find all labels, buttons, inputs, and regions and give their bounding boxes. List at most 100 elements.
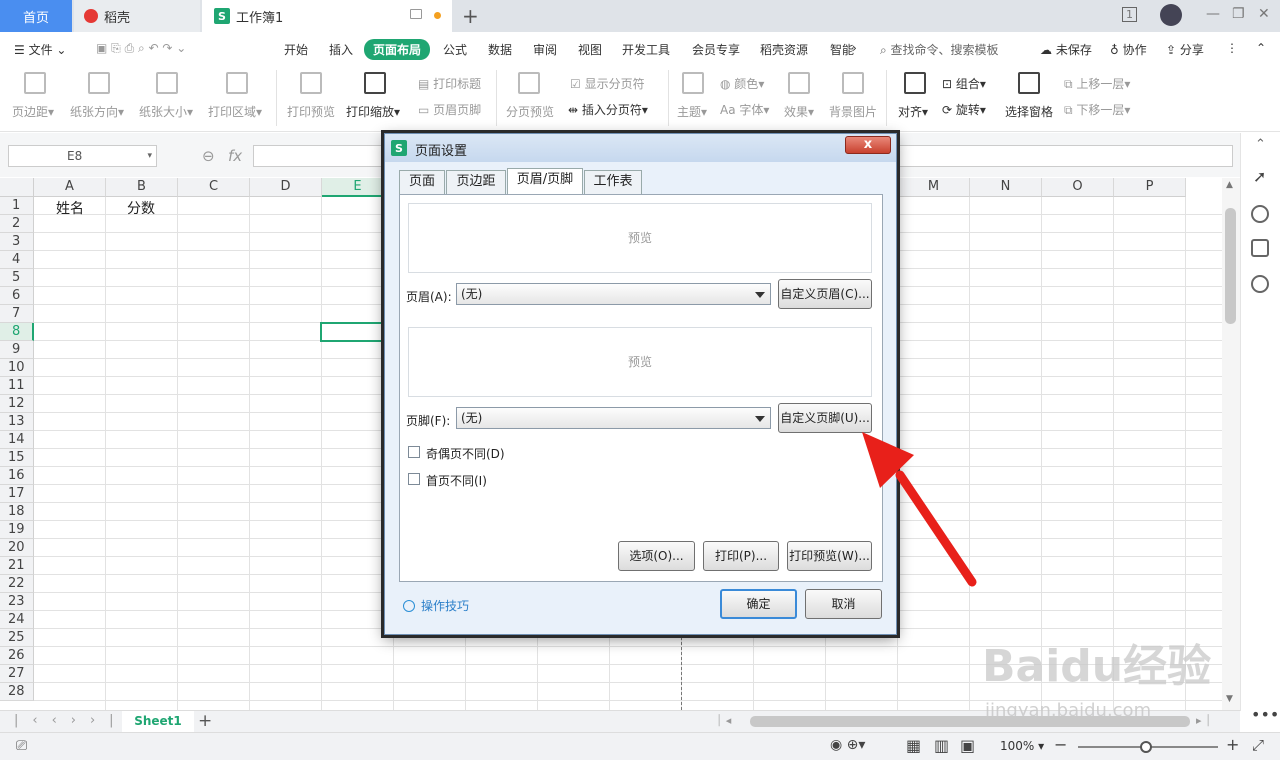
align-button[interactable]: 对齐▾ bbox=[898, 103, 928, 120]
tab-sheet[interactable]: 工作表 bbox=[584, 170, 642, 194]
odd-even-checkbox[interactable] bbox=[408, 446, 420, 458]
row-header-25[interactable]: 25 bbox=[0, 629, 34, 647]
cell-a1[interactable]: 姓名 bbox=[56, 198, 84, 218]
cancel-button[interactable]: 取消 bbox=[805, 589, 882, 619]
row-header-13[interactable]: 13 bbox=[0, 413, 34, 431]
menu-insert[interactable]: 插入 bbox=[329, 41, 353, 58]
menu-page-layout[interactable]: 页面布局 bbox=[364, 39, 431, 60]
vertical-scrollbar[interactable]: ▲ ▼ bbox=[1222, 178, 1240, 710]
scroll-up-icon[interactable]: ▲ bbox=[1226, 180, 1233, 190]
sheet-nav-arrows-icon[interactable]: |‹‹››| bbox=[14, 713, 128, 728]
eye-protection-icon[interactable]: ◉ ⊕▾ bbox=[830, 737, 865, 753]
row-header-9[interactable]: 9 bbox=[0, 341, 34, 359]
print-button[interactable]: 打印(P)... bbox=[703, 541, 779, 571]
row-header-14[interactable]: 14 bbox=[0, 431, 34, 449]
paper-size-button[interactable]: 纸张大小▾ bbox=[139, 103, 193, 120]
background-image-button[interactable]: 背景图片 bbox=[829, 103, 877, 120]
margin-button[interactable]: 页边距▾ bbox=[12, 103, 54, 120]
column-header-p[interactable]: P bbox=[1114, 178, 1186, 197]
row-header-1[interactable]: 1 bbox=[0, 197, 34, 215]
rotate-button[interactable]: ⟳ 旋转▾ bbox=[942, 101, 986, 118]
sheet-tab-sheet1[interactable]: Sheet1 bbox=[122, 711, 194, 733]
menu-developer[interactable]: 开发工具 bbox=[622, 41, 670, 58]
tab-header-footer[interactable]: 页眉/页脚 bbox=[507, 168, 583, 195]
tab-daoke[interactable]: 稻壳 bbox=[74, 0, 200, 32]
dialog-close-button[interactable]: x bbox=[845, 136, 891, 154]
row-header-8[interactable]: 8 bbox=[0, 323, 34, 341]
fonts-button[interactable]: Aa 字体▾ bbox=[720, 101, 769, 118]
help-icon[interactable] bbox=[1251, 205, 1269, 223]
cursor-icon[interactable]: ➚ bbox=[1253, 167, 1266, 186]
window-count-badge[interactable]: 1 bbox=[1122, 7, 1137, 22]
row-header-6[interactable]: 6 bbox=[0, 287, 34, 305]
row-header-15[interactable]: 15 bbox=[0, 449, 34, 467]
select-all-corner[interactable] bbox=[0, 178, 34, 197]
menu-start[interactable]: 开始 bbox=[284, 41, 308, 58]
menu-member[interactable]: 会员专享 bbox=[692, 41, 740, 58]
first-page-checkbox[interactable] bbox=[408, 473, 420, 485]
column-header-a[interactable]: A bbox=[34, 178, 106, 197]
tab-workbook[interactable]: S 工作簿1 bbox=[202, 0, 452, 32]
avatar[interactable] bbox=[1160, 4, 1182, 26]
normal-view-icon[interactable]: ▦ bbox=[906, 736, 921, 755]
row-header-26[interactable]: 26 bbox=[0, 647, 34, 665]
file-menu[interactable]: ☰ 文件 ⌄ bbox=[14, 41, 66, 58]
row-header-11[interactable]: 11 bbox=[0, 377, 34, 395]
menu-more-chevron-icon[interactable]: › bbox=[852, 41, 857, 55]
restore-icon[interactable]: ❐ bbox=[1232, 6, 1245, 22]
column-header-c[interactable]: C bbox=[178, 178, 250, 197]
unsaved-button[interactable]: ☁ 未保存 bbox=[1040, 41, 1092, 58]
more-menu-icon[interactable]: ⋮ bbox=[1226, 41, 1238, 55]
menu-formula[interactable]: 公式 bbox=[443, 41, 467, 58]
more-options-icon[interactable]: ••• bbox=[1251, 705, 1279, 724]
page-layout-view-icon[interactable]: ▥ bbox=[934, 736, 949, 755]
tab-margins[interactable]: 页边距 bbox=[446, 170, 506, 194]
row-header-27[interactable]: 27 bbox=[0, 665, 34, 683]
selection-pane-button[interactable]: 选择窗格 bbox=[1005, 103, 1053, 120]
zoom-in-icon[interactable]: + bbox=[1226, 735, 1239, 754]
row-header-17[interactable]: 17 bbox=[0, 485, 34, 503]
print-preview-ribbon-button[interactable]: 打印预览 bbox=[287, 103, 335, 120]
collapse-sidebar-icon[interactable]: ⌃ bbox=[1255, 137, 1266, 152]
row-header-21[interactable]: 21 bbox=[0, 557, 34, 575]
print-scale-button[interactable]: 打印缩放▾ bbox=[346, 103, 400, 120]
fullscreen-icon[interactable]: ⤢ bbox=[1252, 736, 1264, 754]
hscroll-right-icon[interactable]: ▸ ⏐ bbox=[1196, 714, 1211, 728]
active-cell-e8[interactable] bbox=[320, 322, 393, 342]
row-header-23[interactable]: 23 bbox=[0, 593, 34, 611]
row-header-4[interactable]: 4 bbox=[0, 251, 34, 269]
hscroll-left-icon[interactable]: ⏐ ◂ bbox=[716, 714, 731, 728]
effects-button[interactable]: 效果▾ bbox=[784, 103, 814, 120]
orientation-button[interactable]: 纸张方向▾ bbox=[70, 103, 124, 120]
menu-daoke-resources[interactable]: 稻壳资源 bbox=[760, 41, 808, 58]
monitor-icon[interactable] bbox=[410, 9, 422, 19]
minimize-icon[interactable]: — bbox=[1206, 6, 1220, 22]
row-header-16[interactable]: 16 bbox=[0, 467, 34, 485]
menu-review[interactable]: 审阅 bbox=[533, 41, 557, 58]
print-title-button[interactable]: ▤ 打印标题 bbox=[418, 75, 481, 92]
play-circle-icon[interactable] bbox=[403, 600, 415, 612]
name-box[interactable]: E8 ▾ bbox=[8, 145, 157, 167]
quick-access-toolbar[interactable]: ▣ ⎘ ⎙ ⌕ ↶ ↷ ⌄ bbox=[96, 41, 186, 56]
insert-page-break-button[interactable]: ⇹ 插入分页符▾ bbox=[568, 101, 648, 118]
zoom-formula-icon[interactable]: ⊖ bbox=[202, 147, 215, 165]
new-tab-button[interactable]: + bbox=[462, 4, 479, 28]
cell-b1[interactable]: 分数 bbox=[127, 198, 155, 218]
share-button[interactable]: ⇪ 分享 bbox=[1166, 41, 1204, 58]
print-area-button[interactable]: 打印区域▾ bbox=[208, 103, 262, 120]
collapse-ribbon-icon[interactable]: ⌃ bbox=[1256, 41, 1266, 55]
zoom-slider-knob[interactable] bbox=[1140, 741, 1152, 753]
row-header-24[interactable]: 24 bbox=[0, 611, 34, 629]
column-header-b[interactable]: B bbox=[106, 178, 178, 197]
row-header-3[interactable]: 3 bbox=[0, 233, 34, 251]
page-break-view-icon[interactable]: ▣ bbox=[960, 736, 975, 755]
show-page-break-toggle[interactable]: ☑ 显示分页符 bbox=[570, 75, 645, 92]
row-header-12[interactable]: 12 bbox=[0, 395, 34, 413]
ok-button[interactable]: 确定 bbox=[720, 589, 797, 619]
collab-button[interactable]: ♁ 协作 bbox=[1110, 41, 1147, 58]
group-button[interactable]: ⊡ 组合▾ bbox=[942, 75, 986, 92]
row-header-18[interactable]: 18 bbox=[0, 503, 34, 521]
tab-page[interactable]: 页面 bbox=[399, 170, 445, 194]
zoom-out-icon[interactable]: − bbox=[1054, 735, 1067, 754]
column-header-o[interactable]: O bbox=[1042, 178, 1114, 197]
